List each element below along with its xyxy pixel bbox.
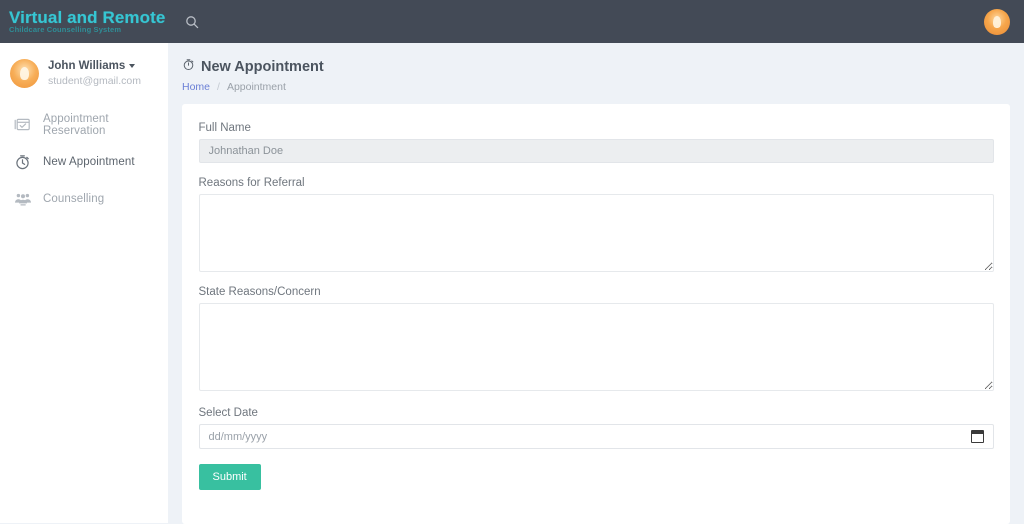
search-button[interactable] xyxy=(176,0,208,43)
sidebar-item-counselling[interactable]: Counselling xyxy=(0,180,168,217)
chevron-down-icon[interactable] xyxy=(129,64,136,68)
breadcrumb-home-link[interactable]: Home xyxy=(182,81,210,93)
full-name-input xyxy=(198,139,994,163)
people-group-icon xyxy=(13,189,32,208)
sidebar-user-email: student@gmail.com xyxy=(48,74,141,87)
user-avatar-bulb-icon xyxy=(20,67,29,80)
user-avatar-bulb-icon xyxy=(993,15,1001,28)
sidebar-user-text: John Williams student@gmail.com xyxy=(48,60,141,88)
sidebar-item-label: New Appointment xyxy=(43,155,135,168)
select-date-placeholder: dd/mm/yyyy xyxy=(208,430,268,443)
brand-title: Virtual and Remote xyxy=(9,8,166,27)
sidebar-item-new-appointment[interactable]: New Appointment xyxy=(0,143,168,180)
brand-subtitle: Childcare Counselling System xyxy=(9,25,122,34)
navbar-avatar[interactable] xyxy=(984,8,1010,35)
select-date-input[interactable]: dd/mm/yyyy xyxy=(198,424,994,449)
calendar-card-icon xyxy=(13,115,32,134)
stopwatch-icon xyxy=(182,58,195,75)
breadcrumb: Home / Appointment xyxy=(182,81,1010,93)
page-header: New Appointment Home / Appointment xyxy=(182,55,1010,94)
sidebar-item-appointment-reservation[interactable]: Appointment Reservation xyxy=(0,106,168,143)
avatar xyxy=(10,59,39,88)
state-reasons-concern-textarea[interactable] xyxy=(198,303,994,391)
full-name-label: Full Name xyxy=(198,122,251,134)
stopwatch-icon xyxy=(13,152,32,171)
breadcrumb-separator: / xyxy=(217,81,220,93)
sidebar-user-profile[interactable]: John Williams student@gmail.com xyxy=(0,43,168,98)
reasons-for-referral-label: Reasons for Referral xyxy=(198,177,305,189)
state-reasons-concern-field: State Reasons/Concern xyxy=(198,286,994,391)
sidebar-item-label: Counselling xyxy=(43,192,105,205)
reasons-for-referral-textarea[interactable] xyxy=(198,194,994,272)
submit-button[interactable]: Submit xyxy=(198,464,261,490)
reasons-for-referral-field: Reasons for Referral xyxy=(198,177,994,272)
sidebar: John Williams student@gmail.com Appointm… xyxy=(0,43,168,523)
brand-logo[interactable]: Virtual and Remote Childcare Counselling… xyxy=(0,0,168,43)
sidebar-item-label: Appointment Reservation xyxy=(43,112,109,137)
calendar-picker-icon[interactable] xyxy=(970,430,984,443)
appointment-form-card: Full Name Reasons for Referral State Rea… xyxy=(182,104,1010,524)
page-title-text: New Appointment xyxy=(201,58,324,75)
state-reasons-concern-label: State Reasons/Concern xyxy=(198,286,321,298)
sidebar-user-name: John Williams xyxy=(48,59,126,72)
page-title: New Appointment xyxy=(182,58,1010,75)
main-content: New Appointment Home / Appointment Full … xyxy=(168,43,1024,524)
sidebar-user-name-row: John Williams xyxy=(48,60,141,73)
search-icon xyxy=(185,15,199,29)
top-navbar: Virtual and Remote Childcare Counselling… xyxy=(0,0,1024,43)
sidebar-nav: Appointment Reservation New Appointment xyxy=(0,106,168,217)
breadcrumb-current: Appointment xyxy=(226,81,286,93)
new-appointment-form: Full Name Reasons for Referral State Rea… xyxy=(198,122,994,490)
select-date-field: Select Date dd/mm/yyyy xyxy=(198,407,994,449)
select-date-label: Select Date xyxy=(198,407,258,419)
